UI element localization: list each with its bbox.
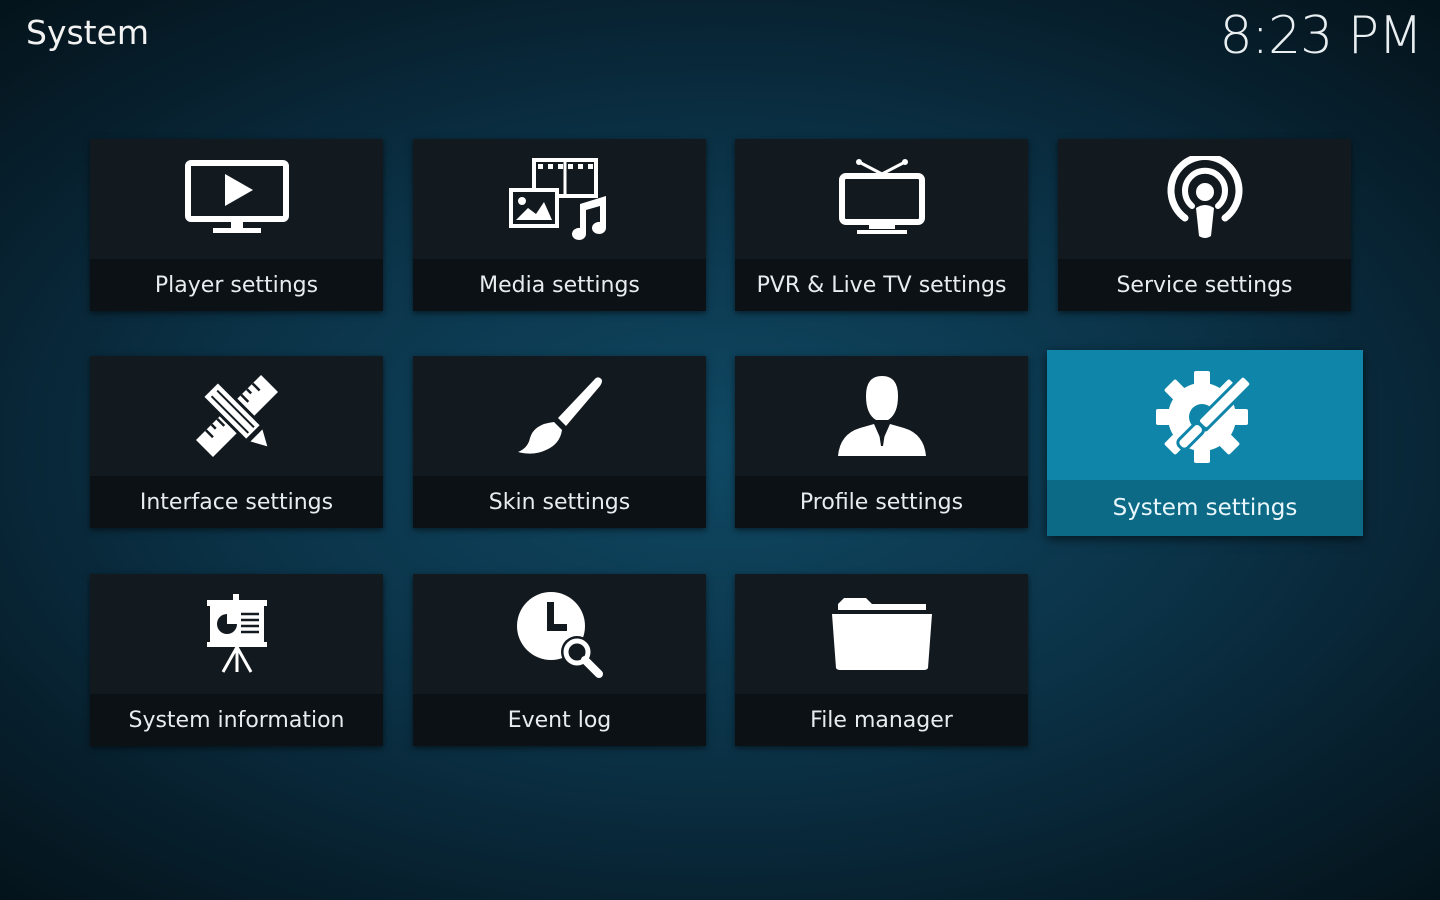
- tile-label: Player settings: [154, 272, 319, 298]
- tile-label: Profile settings: [799, 489, 964, 515]
- folder-icon: [831, 598, 932, 670]
- tile-system-settings[interactable]: System settings: [1047, 350, 1363, 536]
- media-icon: [508, 158, 606, 240]
- tile-label: Service settings: [1116, 272, 1293, 298]
- tile-system-information[interactable]: System information: [90, 574, 383, 746]
- tile-label: System information: [128, 707, 345, 733]
- tile-player-settings[interactable]: Player settings: [90, 139, 383, 311]
- tile-label: File manager: [810, 707, 953, 733]
- gear-wrench-icon: [1156, 371, 1254, 463]
- live-tv-icon: [838, 159, 925, 234]
- tile-profile-settings[interactable]: Profile settings: [735, 356, 1028, 528]
- tile-pvr-live-tv-settings[interactable]: PVR & Live TV settings: [735, 139, 1028, 311]
- tile-skin-settings[interactable]: Skin settings: [413, 356, 706, 528]
- tile-label: Interface settings: [139, 489, 334, 515]
- tile-file-manager[interactable]: File manager: [735, 574, 1028, 746]
- tile-label: PVR & Live TV settings: [756, 272, 1007, 298]
- tile-label: System settings: [1112, 495, 1298, 521]
- presentation-board-icon: [206, 594, 267, 673]
- clock-search-icon: [516, 592, 603, 678]
- tile-label: Event log: [507, 707, 612, 733]
- tile-interface-settings[interactable]: Interface settings: [90, 356, 383, 528]
- tile-label: Media settings: [479, 272, 640, 298]
- tile-event-log[interactable]: Event log: [413, 574, 706, 746]
- clock: 8:23 PM: [1219, 6, 1423, 66]
- tile-label: Skin settings: [488, 489, 631, 515]
- page-title: System: [26, 13, 150, 52]
- tile-media-settings[interactable]: Media settings: [413, 139, 706, 311]
- tv-play-icon: [184, 160, 289, 233]
- paintbrush-icon: [517, 377, 602, 454]
- tile-service-settings[interactable]: Service settings: [1058, 139, 1351, 311]
- pencil-ruler-icon: [195, 374, 278, 458]
- user-profile-icon: [837, 376, 926, 456]
- broadcast-icon: [1167, 156, 1242, 238]
